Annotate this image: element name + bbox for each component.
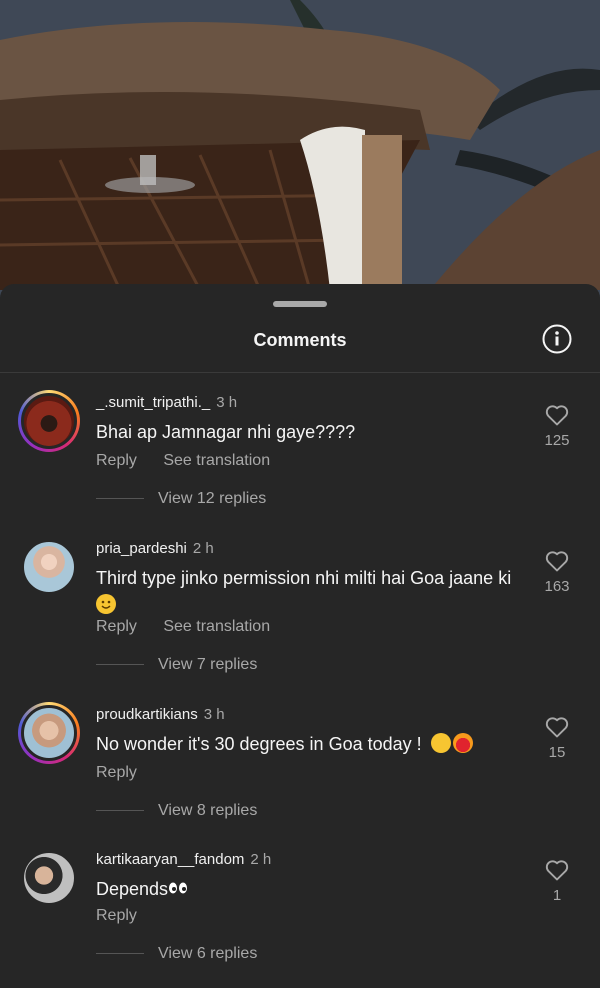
background-image (0, 0, 600, 300)
username[interactable]: _.sumit_tripathi._ (96, 394, 210, 411)
like-count: 125 (544, 432, 570, 449)
view-replies-label: View 8 replies (158, 802, 258, 819)
view-replies-button[interactable]: View 7 replies (96, 656, 257, 674)
like-button[interactable]: 1 (538, 859, 576, 904)
reply-button[interactable]: Reply (96, 764, 137, 781)
heart-icon (545, 717, 569, 738)
heart-icon (545, 405, 569, 426)
like-count: 15 (548, 744, 566, 761)
like-count: 163 (544, 578, 570, 595)
like-button[interactable]: 163 (538, 550, 576, 595)
timestamp: 3 h (216, 394, 238, 411)
drag-handle[interactable] (273, 301, 327, 307)
view-replies-label: View 12 replies (158, 490, 267, 507)
timestamp: 2 h (250, 851, 272, 868)
like-button[interactable]: 125 (538, 404, 576, 449)
username[interactable]: proudkartikians (96, 706, 198, 723)
header-divider (0, 372, 600, 373)
comment-text: Third type jinko permission nhi milti ha… (96, 568, 512, 588)
see-translation-button[interactable]: See translation (163, 452, 270, 469)
heart-on-fire-emoji-icon (452, 733, 473, 753)
username[interactable]: pria_pardeshi (96, 540, 187, 557)
comment-text: Bhai ap Jamnagar nhi gaye???? (96, 422, 356, 442)
hot-face-emoji-icon (430, 733, 451, 753)
timestamp: 2 h (192, 540, 214, 557)
avatar[interactable] (18, 390, 80, 452)
view-replies-label: View 6 replies (158, 945, 258, 962)
avatar[interactable] (18, 702, 80, 764)
avatar[interactable] (18, 536, 80, 598)
eyes-emoji-icon (168, 881, 188, 895)
smile-emoji-icon (96, 594, 116, 614)
replies-divider (96, 664, 144, 666)
reply-button[interactable]: Reply (96, 452, 137, 469)
username[interactable]: kartikaaryan__fandom (96, 851, 244, 868)
like-count: 1 (552, 887, 562, 904)
sheet-title: Comments (253, 330, 347, 350)
replies-divider (96, 810, 144, 812)
view-replies-label: View 7 replies (158, 656, 258, 673)
comment-text: No wonder it's 30 degrees in Goa today ! (96, 734, 422, 754)
view-replies-button[interactable]: View 12 replies (96, 490, 266, 508)
reply-button[interactable]: Reply (96, 618, 137, 635)
replies-divider (96, 953, 144, 955)
replies-divider (96, 498, 144, 500)
view-replies-button[interactable]: View 6 replies (96, 945, 257, 963)
avatar[interactable] (18, 847, 80, 909)
like-button[interactable]: 15 (538, 716, 576, 761)
reply-button[interactable]: Reply (96, 907, 137, 924)
view-replies-button[interactable]: View 8 replies (96, 802, 257, 820)
info-icon[interactable] (542, 324, 572, 354)
timestamp: 3 h (203, 706, 225, 723)
comment-text: Depends (96, 879, 169, 899)
see-translation-button[interactable]: See translation (163, 618, 270, 635)
heart-icon (545, 551, 569, 572)
heart-icon (545, 860, 569, 881)
